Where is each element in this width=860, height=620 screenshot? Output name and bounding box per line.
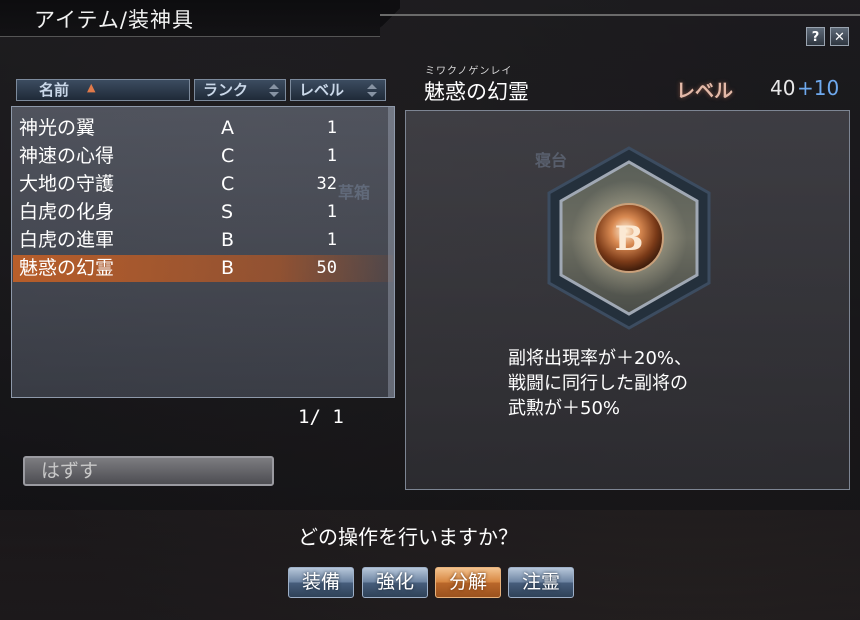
level-value: 40 bbox=[770, 76, 796, 100]
emblem-letter: B bbox=[615, 219, 644, 259]
item-name: 白虎の化身 bbox=[19, 201, 115, 223]
column-header-level-label: レベル bbox=[299, 81, 345, 99]
item-rank: C bbox=[221, 145, 235, 167]
item-description: 副将出現率が＋20%、 戦闘に同行した副将の 武勲が＋50% bbox=[508, 346, 692, 421]
column-header-rank[interactable]: ランク bbox=[194, 79, 286, 101]
item-level: 1 bbox=[326, 230, 337, 250]
item-rank: S bbox=[221, 201, 234, 223]
item-name: 白虎の進軍 bbox=[19, 229, 115, 251]
item-rank: A bbox=[221, 117, 234, 139]
level-label: レベル bbox=[676, 80, 734, 102]
background-label: 草箱 bbox=[338, 183, 371, 202]
item-rank: C bbox=[221, 173, 235, 195]
page-indicator: 1/ 1 bbox=[298, 406, 344, 428]
sort-ascending-icon: ▲ bbox=[87, 81, 96, 94]
item-window: アイテム/装神具 ? ✕ 名前 ▲ ランク レベル 神光の翼 A 1 神速の心得… bbox=[0, 0, 860, 510]
item-name: 魅惑の幻霊 bbox=[19, 257, 115, 279]
action-prompt: どの操作を行いますか？ bbox=[298, 525, 518, 549]
list-scrollbar[interactable] bbox=[388, 107, 394, 397]
item-title-reading: ミワクノゲンレイ bbox=[425, 66, 513, 77]
item-list: 神光の翼 A 1 神速の心得 C 1 大地の守護 C 32 白虎の化身 S 1 … bbox=[11, 106, 395, 398]
remove-button[interactable]: はずす bbox=[23, 456, 274, 486]
item-name: 神速の心得 bbox=[19, 145, 115, 167]
item-level: 1 bbox=[326, 146, 337, 166]
list-item[interactable]: 白虎の化身 S 1 bbox=[13, 199, 393, 226]
description-line: 副将出現率が＋20%、 bbox=[508, 348, 693, 369]
window-title: アイテム/装神具 bbox=[34, 8, 194, 32]
list-item-selected[interactable]: 魅惑の幻霊 B 50 bbox=[13, 255, 393, 282]
help-button[interactable]: ? bbox=[806, 27, 825, 46]
description-line: 武勲が＋50% bbox=[508, 398, 621, 419]
item-emblem-icon: B bbox=[547, 146, 711, 330]
column-header-name[interactable]: 名前 ▲ bbox=[16, 79, 190, 101]
list-item[interactable]: 白虎の進軍 B 1 bbox=[13, 227, 393, 254]
item-level: 32 bbox=[316, 174, 337, 194]
list-item[interactable]: 大地の守護 C 32 bbox=[13, 171, 393, 198]
enhance-button[interactable]: 強化 bbox=[362, 567, 428, 598]
item-level: 1 bbox=[326, 202, 337, 222]
column-header-level[interactable]: レベル bbox=[290, 79, 386, 101]
equip-button[interactable]: 装備 bbox=[288, 567, 354, 598]
close-button[interactable]: ✕ bbox=[830, 27, 849, 46]
description-line: 戦闘に同行した副将の bbox=[508, 373, 688, 394]
level-bonus: +10 bbox=[797, 76, 840, 100]
sort-toggle-icon bbox=[366, 82, 377, 98]
column-header-name-label: 名前 bbox=[39, 81, 70, 99]
sort-toggle-icon bbox=[268, 82, 279, 98]
item-title: 魅惑の幻霊 bbox=[424, 80, 529, 104]
title-divider bbox=[380, 14, 860, 16]
item-name: 神光の翼 bbox=[19, 117, 96, 139]
item-level: 1 bbox=[326, 118, 337, 138]
list-item[interactable]: 神速の心得 C 1 bbox=[13, 143, 393, 170]
title-bar: アイテム/装神具 bbox=[0, 0, 400, 37]
item-rank: B bbox=[221, 257, 235, 279]
item-rank: B bbox=[221, 229, 235, 251]
infuse-spirit-button[interactable]: 注霊 bbox=[508, 567, 574, 598]
list-item[interactable]: 神光の翼 A 1 bbox=[13, 115, 393, 142]
disassemble-button[interactable]: 分解 bbox=[435, 567, 501, 598]
item-name: 大地の守護 bbox=[19, 173, 115, 195]
column-header-rank-label: ランク bbox=[203, 81, 249, 99]
item-level: 50 bbox=[316, 258, 337, 278]
